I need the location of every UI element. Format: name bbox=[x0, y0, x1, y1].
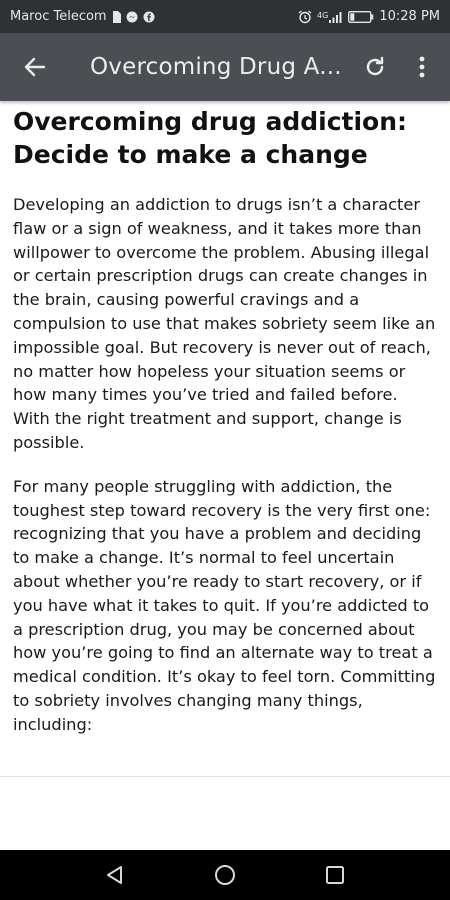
facebook-icon bbox=[143, 11, 155, 23]
system-nav-bar bbox=[0, 850, 450, 900]
nav-back-icon bbox=[107, 866, 122, 884]
status-right: 4G 10:28 PM bbox=[298, 9, 440, 24]
battery-icon bbox=[348, 10, 374, 23]
refresh-icon bbox=[366, 56, 384, 76]
sim-icon bbox=[112, 10, 121, 23]
nav-back-button[interactable] bbox=[85, 850, 145, 900]
article-paragraph: For many people struggling with addictio… bbox=[13, 476, 436, 734]
alarm-icon bbox=[298, 9, 312, 24]
article-content[interactable]: Overcoming drug addiction: Decide to mak… bbox=[0, 101, 450, 775]
clock: 10:28 PM bbox=[379, 9, 440, 24]
status-left: Maroc Telecom bbox=[10, 9, 155, 24]
back-button[interactable] bbox=[0, 33, 70, 101]
messenger-icon bbox=[126, 11, 138, 23]
app-bar: Overcoming Drug A... bbox=[0, 33, 450, 101]
refresh-button[interactable] bbox=[348, 33, 402, 101]
more-vert-icon bbox=[419, 56, 425, 78]
back-arrow-icon bbox=[24, 57, 46, 77]
nav-recents-icon bbox=[326, 866, 344, 884]
article-paragraph: Developing an addiction to drugs isn’t a… bbox=[13, 195, 436, 452]
status-bar: Maroc Telecom 4G 10:28 PM bbox=[0, 0, 450, 33]
content-divider bbox=[0, 776, 450, 777]
signal-icon: 4G bbox=[317, 11, 343, 23]
nav-recents-button[interactable] bbox=[305, 850, 365, 900]
app-title: Overcoming Drug A... bbox=[90, 54, 342, 80]
article-title: Overcoming drug addiction: Decide to mak… bbox=[13, 107, 408, 169]
nav-home-button[interactable] bbox=[195, 850, 255, 900]
carrier-name: Maroc Telecom bbox=[10, 9, 107, 24]
overflow-menu-button[interactable] bbox=[402, 33, 442, 101]
network-label: 4G bbox=[317, 10, 329, 20]
nav-home-icon bbox=[215, 865, 235, 885]
